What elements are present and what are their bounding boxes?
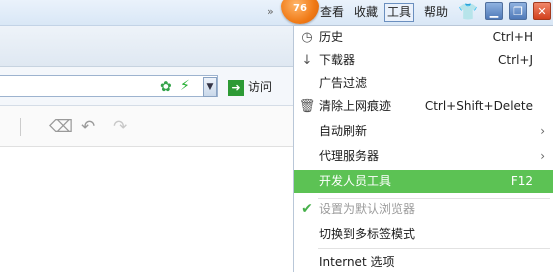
menu-item-label: 切换到多标签模式 [319,227,416,241]
menu-item-shortcut: Ctrl+J [498,53,533,67]
menu-item-set-default-browser[interactable]: ✔ 设置为默认浏览器 [294,198,553,221]
security-shield-icon[interactable]: ✿ [160,79,172,95]
toolbar-divider [20,118,21,136]
menu-item-developer-tools[interactable]: 开发人员工具 F12 [294,170,553,193]
minimize-button[interactable]: ▁ [485,2,503,20]
download-arrow-icon: ↓ [301,53,313,68]
menu-item-label: 代理服务器 [319,149,380,163]
menu-item-shortcut: Ctrl+Shift+Delete [424,99,533,113]
menu-item-label: 下载器 [319,53,356,67]
menu-item-auto-refresh[interactable]: 自动刷新 › [294,120,553,143]
menu-item-shortcut: Ctrl+H [492,30,533,44]
undo-icon[interactable]: ↶ [81,117,95,137]
menu-item-label: 自动刷新 [319,124,368,138]
menu-item-label: Internet 选项 [319,255,395,269]
notification-badge[interactable]: 76 [281,0,319,24]
menu-item-shortcut: F12 [510,174,533,188]
clock-icon: ◷ [301,30,313,45]
menu-item-label: 历史 [319,30,344,44]
redo-icon[interactable]: ↷ [113,117,127,137]
menu-tools[interactable]: 工具 [384,3,415,22]
menu-separator [318,248,550,249]
visit-label: 访问 [248,80,273,94]
visit-arrow-icon: ➜ [228,79,244,96]
menu-help[interactable]: 帮助 [424,4,448,21]
submenu-chevron-icon: › [540,149,545,163]
menu-item-label: 广告过滤 [319,76,368,90]
menu-favorites[interactable]: 收藏 [354,4,378,21]
submenu-chevron-icon: › [540,124,545,138]
menu-item-label: 开发人员工具 [319,174,392,188]
skin-shirt-icon[interactable]: 👕 [458,3,478,21]
menu-item-label: 清除上网痕迹 [319,99,392,113]
menu-item-ad-filter[interactable]: 广告过滤 [294,72,553,95]
speed-mode-icon[interactable]: ⚡ [180,78,190,94]
menu-item-internet-options[interactable]: Internet 选项 [294,251,553,274]
menu-item-label: 设置为默认浏览器 [319,202,416,216]
visit-button[interactable]: ➜ 访问 [228,77,278,97]
menu-item-proxy[interactable]: 代理服务器 › [294,145,553,168]
menu-item-clear-traces[interactable]: 🗑 清除上网痕迹 Ctrl+Shift+Delete [294,95,553,118]
eraser-icon[interactable]: ⌫ [49,117,73,137]
menu-view[interactable]: 查看 [320,4,344,21]
trash-icon: 🗑 [298,99,316,114]
menu-bar: » 76 查看 收藏 工具 帮助 👕 ▁ ❐ ✕ [0,0,553,26]
tools-dropdown-menu: ◷ 历史 Ctrl+H ↓ 下载器 Ctrl+J 广告过滤 🗑 清除上网痕迹 C… [293,25,553,272]
checkmark-icon: ✔ [301,201,313,217]
close-button[interactable]: ✕ [533,2,551,20]
menu-item-downloader[interactable]: ↓ 下载器 Ctrl+J [294,49,553,72]
address-dropdown-button[interactable]: ▼ [203,77,217,97]
overflow-chevron-icon[interactable]: » [267,5,274,18]
restore-button[interactable]: ❐ [509,2,527,20]
menu-item-multi-tab-mode[interactable]: 切换到多标签模式 [294,223,553,246]
menu-item-history[interactable]: ◷ 历史 Ctrl+H [294,26,553,49]
